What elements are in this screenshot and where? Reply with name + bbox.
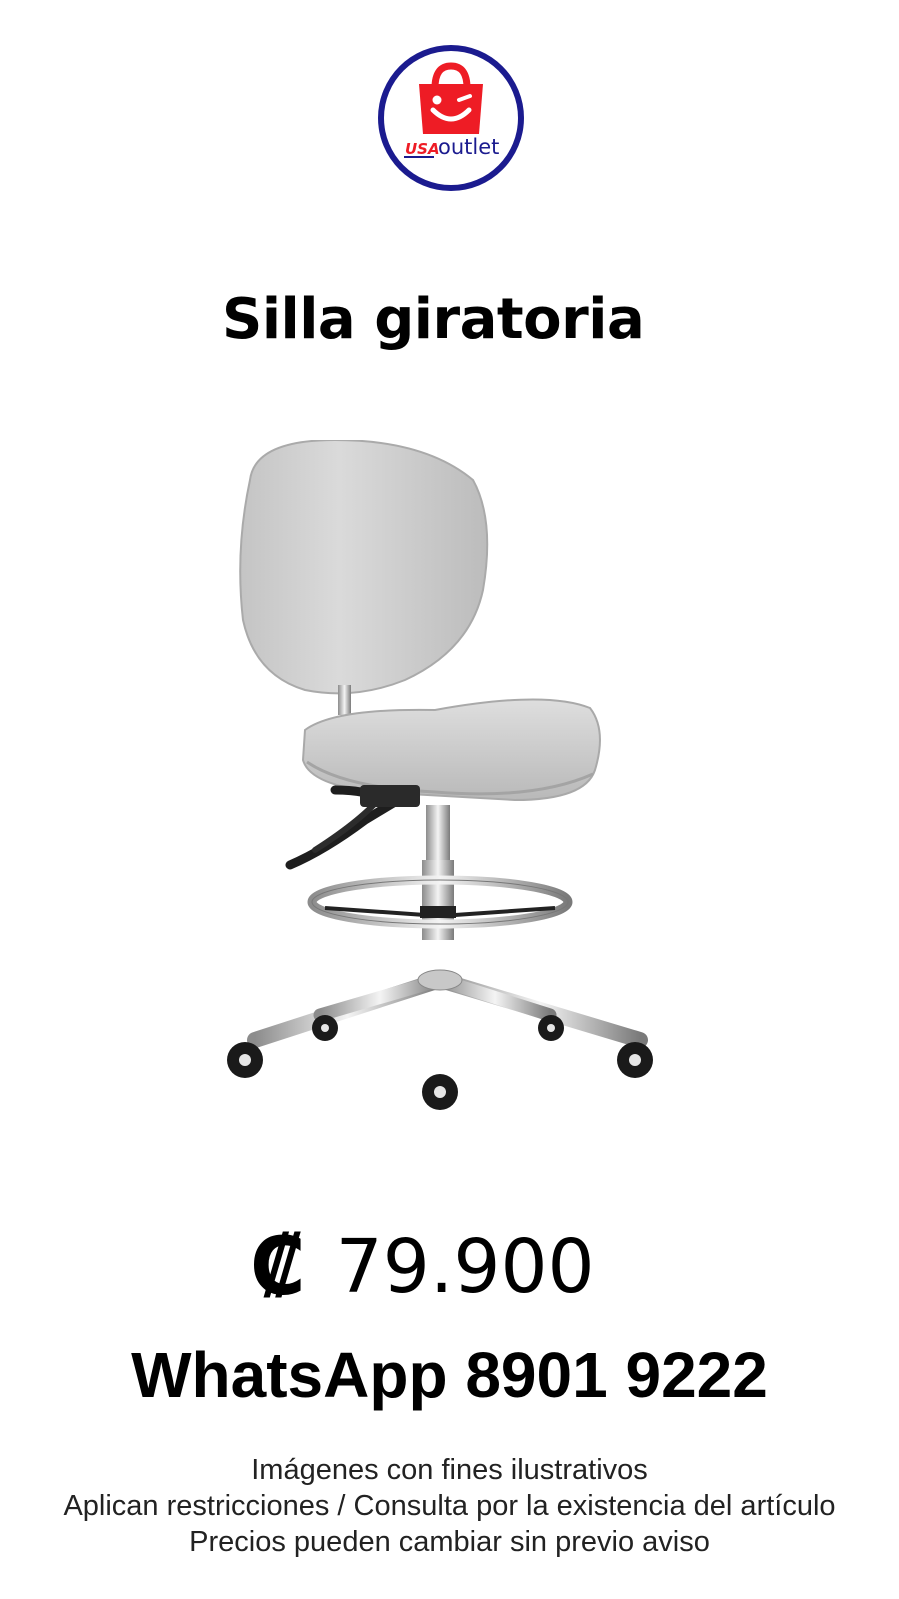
disclaimer-line: Aplican restricciones / Consulta por la … xyxy=(63,1490,836,1522)
whatsapp-contact: WhatsApp 8901 9222 xyxy=(131,1339,768,1411)
product-image xyxy=(215,438,685,1140)
price-amount: 79.900 xyxy=(335,1224,595,1310)
logo-usa-text: USA xyxy=(405,140,440,158)
price: ₡ 79.900 xyxy=(250,1222,595,1312)
currency-symbol: ₡ xyxy=(250,1220,306,1313)
brand-logo: USA outlet xyxy=(375,42,527,194)
swivel-chair-image xyxy=(227,438,653,1110)
disclaimer-line: Imágenes con fines ilustrativos xyxy=(251,1454,648,1486)
logo-outlet-text: outlet xyxy=(438,135,499,159)
disclaimer-block: Imágenes con fines ilustrativos Aplican … xyxy=(0,1452,899,1560)
disclaimer-line: Precios pueden cambiar sin previo aviso xyxy=(189,1526,710,1558)
product-title: Silla giratoria xyxy=(222,287,645,352)
usa-outlet-logo-icon: USA outlet xyxy=(378,45,524,191)
